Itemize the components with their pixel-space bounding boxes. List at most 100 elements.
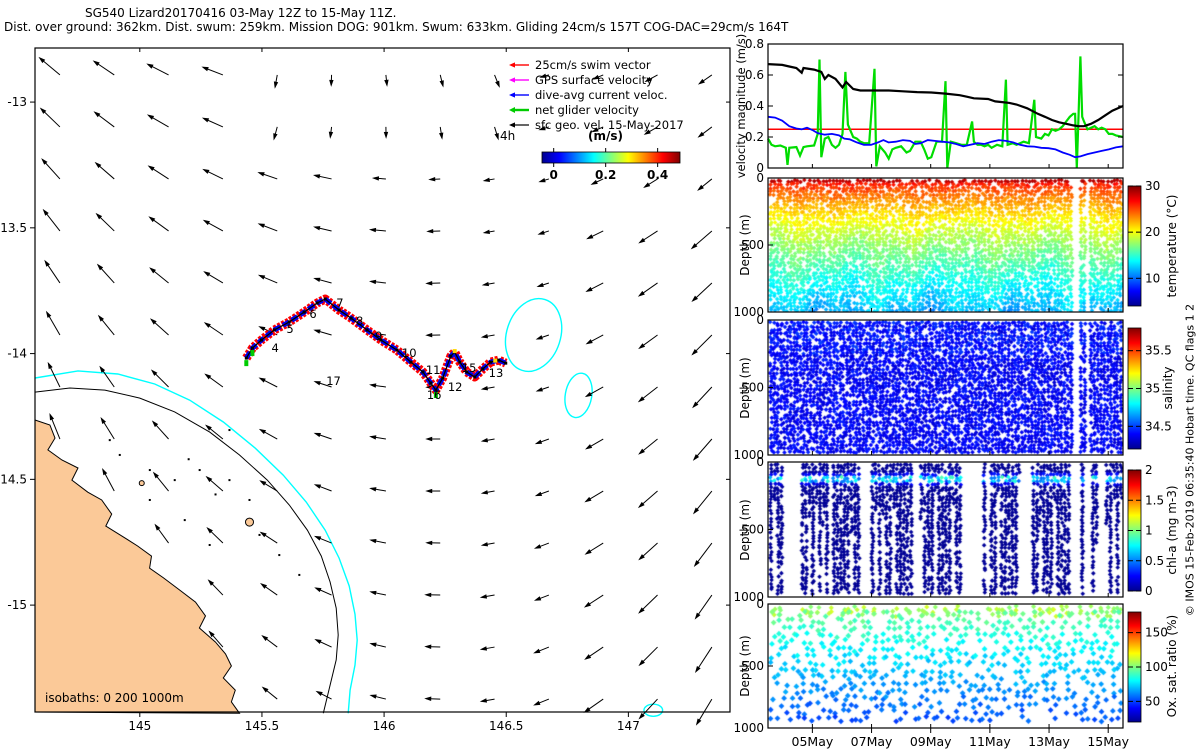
rock-speck [109,439,111,441]
legend-item-netglider: net glider velocity [505,102,639,117]
oxygen-panel-canvas [768,604,1123,728]
legend-item-diveavg: dive-avg current veloc. [505,87,668,102]
dive-number-label: 6 [309,307,316,321]
svg-text:20: 20 [1145,225,1160,239]
chla-cbar-title: chl-a (mg m-3) [1165,485,1179,574]
series-sfc-geo--vel- [768,64,1123,126]
rock-speck [149,499,151,501]
svg-text:-14: -14 [7,347,27,361]
dive-number-label: 10 [402,346,417,360]
svg-text:05May: 05May [792,734,834,749]
svg-text:-13: -13 [7,95,27,109]
magenta-arrow-icon [505,75,531,85]
svg-text:1: 1 [1145,524,1153,538]
island [139,481,144,486]
gps-fix-mark [250,350,254,356]
svg-text:147: 147 [617,719,640,733]
rock-speck [149,469,151,471]
rock-speck [278,554,280,556]
rock-speck [188,458,190,460]
svg-text:13May: 13May [1028,734,1070,749]
figure-root: SG540 Lizard20170416 03-May 12Z to 15-Ma… [0,0,1200,750]
svg-text:0: 0 [1145,584,1153,598]
salinity-cbar-title: salinity [1161,366,1175,409]
svg-text:10: 10 [1145,271,1160,285]
velocity-panel: 00.20.40.60.8 [745,37,1123,175]
svg-text:-13.5: -13.5 [0,221,27,235]
oxygen-cbar-title: Ox. sat. ratio (%) [1165,615,1179,717]
svg-text:146: 146 [373,719,396,733]
gps-fix-mark [244,360,248,366]
isobaths-label: isobaths: 0 200 1000m [45,691,184,705]
svg-text:11May: 11May [969,734,1011,749]
temperature-depth-label: Depth (m) [738,214,752,275]
dive-number-label: 4 [271,341,278,355]
oxygen-colorbar [1128,612,1141,722]
rock-speck [228,429,230,431]
rock-speck [209,544,211,546]
temperature-cbar-title: temperature (°C) [1165,195,1179,298]
rock-speck [199,469,201,471]
svg-text:2: 2 [1145,463,1153,477]
legend-colorbar-title: (m/s) [588,129,623,143]
svg-text:09May: 09May [910,734,952,749]
rock-speck [215,493,217,495]
svg-text:0.5: 0.5 [1145,554,1164,568]
dive-number-label: 13 [489,366,504,380]
chla-panel-canvas [768,462,1123,597]
rock-speck [248,499,250,501]
dive-number-label: 5 [286,322,293,336]
dive-number-label: 16 [427,388,442,402]
rock-speck [259,534,261,536]
salinity-depth-label: Depth (m) [738,357,752,418]
chla-colorbar [1128,470,1141,591]
dive-number-label: 11 [426,363,441,377]
land-polygon [35,420,240,713]
dive-number-label: 17 [326,374,341,388]
dive-number-label: 7 [336,296,343,310]
dive-number-label: 9 [375,329,382,343]
map-geography [35,291,663,716]
oxygen-depth-label: Depth (m) [738,635,752,696]
svg-text:145.5: 145.5 [245,719,279,733]
svg-text:-14.5: -14.5 [0,472,27,486]
series-dive-avg-current [768,117,1123,157]
svg-text:15May: 15May [1087,734,1129,749]
time-axis: 05May 07May 09May 11May 13May 15May [792,728,1130,749]
svg-text:0.2: 0.2 [595,168,616,182]
rock-speck [174,479,176,481]
island [245,518,253,526]
reef-contour [496,291,570,378]
velocity-ylabel: velocity magnitude (m/s) [734,34,748,179]
dive-number-label: 15 [462,361,477,375]
rock-speck [298,574,300,576]
rock-speck [119,454,121,456]
series-net-glider-velocity [768,56,1123,168]
legend-colorbar: 0 0.2 0.4 [542,148,680,182]
salinity-panel-canvas [768,320,1123,455]
blue-arrow-icon [505,90,531,100]
legend-item-gps: GPS surface velocity [505,72,653,87]
svg-text:1.5: 1.5 [1145,493,1164,507]
dive-number-label: 8 [356,314,363,328]
svg-text:07May: 07May [851,734,893,749]
surface-mark [493,359,497,363]
svg-text:-15: -15 [7,598,27,612]
legend-subsample-label: 4h [500,129,515,143]
legend-item-swim: 25cm/s swim vector [505,57,651,72]
temperature-panel-canvas [768,178,1123,312]
svg-text:0.4: 0.4 [647,168,668,182]
track-swim-vectors [246,299,505,390]
map-plot: 45678910111213151617145145.5146146.5147-… [0,0,768,750]
svg-text:35: 35 [1145,382,1160,396]
svg-text:145: 145 [128,719,151,733]
svg-text:35.5: 35.5 [1145,344,1172,358]
green-arrow-icon [505,105,531,115]
svg-text:30: 30 [1145,179,1160,193]
surface-mark [453,349,457,353]
svg-text:0: 0 [550,168,558,182]
rock-speck [228,479,230,481]
svg-text:146.5: 146.5 [489,719,523,733]
black-arrow-icon [505,120,531,130]
rock-speck [184,519,186,521]
